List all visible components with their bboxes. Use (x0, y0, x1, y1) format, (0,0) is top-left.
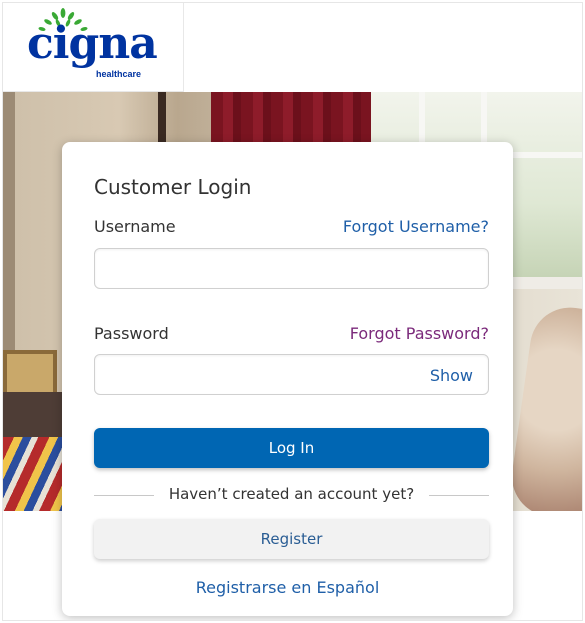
account-divider: Haven’t created an account yet? (94, 485, 489, 505)
show-password-button[interactable]: Show (430, 366, 473, 385)
logo-tagline: healthcare (96, 69, 142, 79)
forgot-username-link[interactable]: Forgot Username? (343, 217, 489, 236)
no-account-text: Haven’t created an account yet? (168, 485, 415, 503)
login-button[interactable]: Log In (94, 428, 489, 468)
page-title: Customer Login (94, 175, 252, 199)
cigna-logo[interactable]: cigna healthcare (3, 3, 184, 92)
forgot-password-link[interactable]: Forgot Password? (350, 324, 489, 343)
login-card: Customer Login Username Forgot Username?… (62, 142, 513, 616)
password-label: Password (94, 324, 169, 343)
page-frame: cigna healthcare Customer Login Username… (2, 2, 583, 621)
logo-wordmark: cigna (27, 18, 158, 69)
username-label: Username (94, 217, 176, 236)
divider-line-right (429, 495, 489, 496)
username-input[interactable] (94, 248, 489, 289)
register-button[interactable]: Register (94, 519, 489, 559)
register-spanish-link[interactable]: Registrarse en Español (62, 578, 513, 597)
